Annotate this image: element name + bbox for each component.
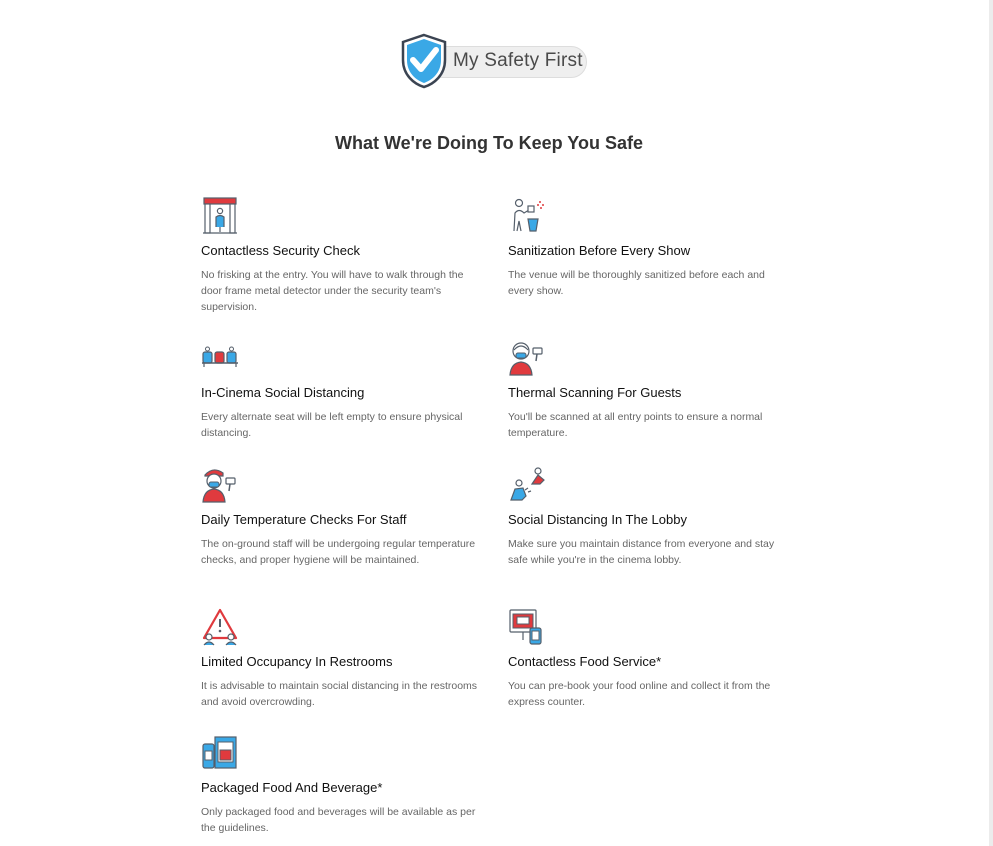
page-title: What We're Doing To Keep You Safe	[335, 133, 643, 153]
feature-description: Every alternate seat will be left empty …	[201, 411, 463, 439]
feature-title: Sanitization Before Every Show	[508, 243, 691, 258]
feature-description: You can pre-book your food online and co…	[508, 680, 771, 708]
feature-title: Limited Occupancy In Restrooms	[201, 654, 393, 669]
feature-title: Contactless Food Service*	[508, 654, 662, 669]
feature-title: Daily Temperature Checks For Staff	[201, 512, 407, 527]
feature-title: Social Distancing In The Lobby	[508, 512, 687, 527]
feature-description: It is advisable to maintain social dista…	[201, 680, 478, 708]
feature-title: Contactless Security Check	[201, 243, 360, 258]
my-safety-first-logo: My Safety First	[401, 33, 591, 89]
metal-detector-icon	[203, 197, 237, 234]
brand-name: My Safety First	[453, 50, 583, 71]
packaged-food-icon	[202, 736, 237, 769]
sanitizer-spray-icon	[513, 198, 544, 232]
staff-temperature-icon	[202, 469, 236, 503]
feature-description: The venue will be thoroughly sanitized b…	[508, 269, 765, 297]
feature-description: Only packaged food and beverages will be…	[201, 806, 476, 834]
lobby-distancing-icon	[510, 467, 545, 501]
thermal-scanner-icon	[509, 342, 543, 376]
feature-description: The on-ground staff will be undergoing r…	[201, 538, 476, 566]
feature-description: Make sure you maintain distance from eve…	[508, 538, 775, 566]
feature-description: No frisking at the entry. You will have …	[201, 269, 464, 313]
feature-description: You'll be scanned at all entry points to…	[508, 411, 763, 439]
restroom-warning-icon	[202, 608, 238, 646]
feature-title: In-Cinema Social Distancing	[201, 385, 365, 400]
feature-title: Thermal Scanning For Guests	[508, 385, 682, 400]
shield-check-icon	[401, 33, 447, 89]
cinema-seats-icon	[202, 346, 238, 367]
feature-title: Packaged Food And Beverage*	[201, 780, 383, 795]
food-order-icon	[509, 609, 542, 645]
page-scroll-edge	[989, 0, 993, 846]
